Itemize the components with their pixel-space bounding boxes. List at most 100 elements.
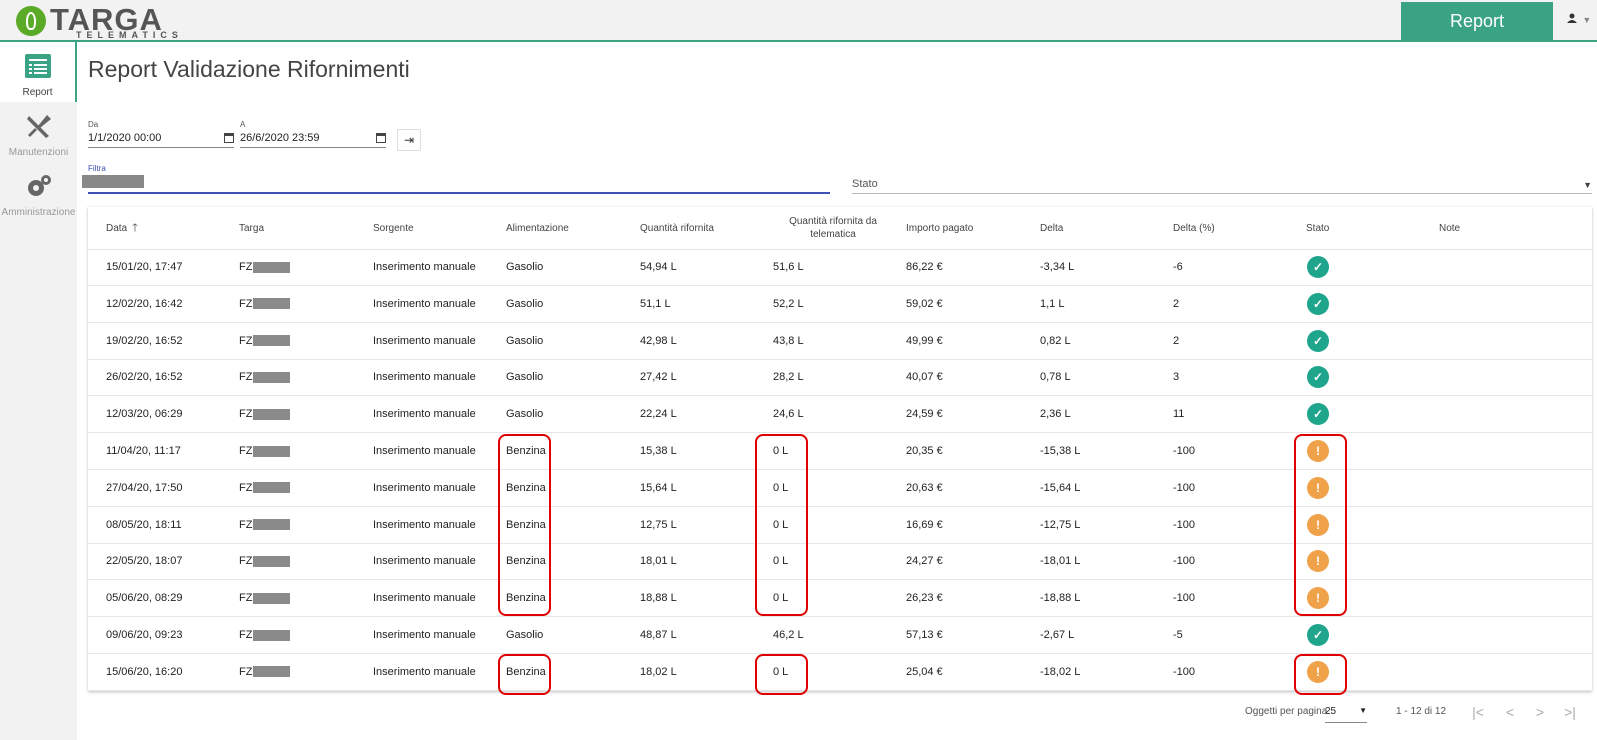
cell-delta-text: 0,82 L xyxy=(1040,334,1071,347)
cell-quantita-text: 12,75 L xyxy=(640,518,677,531)
table-row[interactable]: 22/05/20, 18:07 FZ Inserimento manuale Benz… xyxy=(88,543,1592,581)
top-bar: TARGA TELEMATICS Report ▼ xyxy=(0,0,1597,42)
cell-telematica: 46,2 L xyxy=(773,617,804,653)
cell-data-text: 22/05/20, 18:07 xyxy=(106,555,183,568)
cell-sorgente-text: Inserimento manuale xyxy=(373,629,476,641)
date-to-field[interactable]: A 26/6/2020 23:59 xyxy=(240,120,386,148)
cell-quantita: 15,38 L xyxy=(640,433,677,469)
cell-targa-text: FZ xyxy=(239,371,253,384)
table-row[interactable]: 15/06/20, 16:20 FZ Inserimento manuale Benz… xyxy=(88,654,1592,691)
cell-delta-text: 0,78 L xyxy=(1040,371,1071,384)
cell-delta-pct-text: 3 xyxy=(1173,371,1180,384)
cell-quantita-text: 42,98 L xyxy=(640,334,677,347)
header-delta-pct[interactable]: Delta (%) xyxy=(1173,207,1293,249)
date-from-field[interactable]: Da 1/1/2020 00:00 xyxy=(88,120,234,148)
arrow-up-icon: 🡑 xyxy=(132,221,138,234)
cell-delta-pct: -100 xyxy=(1173,507,1195,543)
table-row[interactable]: 08/05/20, 18:11 FZ Inserimento manuale Benz… xyxy=(88,507,1592,544)
header-quantita[interactable]: Quantità rifornita xyxy=(640,207,760,249)
header-stato[interactable]: Stato xyxy=(1306,207,1426,249)
cell-data: 05/06/20, 08:29 xyxy=(106,580,182,616)
highlight-box xyxy=(1294,654,1347,695)
header-targa[interactable]: Targa xyxy=(239,207,359,249)
cell-targa: FZ xyxy=(239,249,291,285)
sidebar-item-amministrazione[interactable]: Amministrazione xyxy=(0,162,77,222)
table-row[interactable]: 27/04/20, 17:50 FZ Inserimento manuale Benz… xyxy=(88,470,1592,507)
header-delta[interactable]: Delta xyxy=(1040,207,1160,249)
header-importo[interactable]: Importo pagato xyxy=(906,207,1026,249)
cell-delta-pct: -5 xyxy=(1173,617,1183,653)
targa-logo[interactable]: TARGA TELEMATICS xyxy=(16,2,186,40)
cell-quantita: 18,88 L xyxy=(640,580,677,616)
header-note[interactable]: Note xyxy=(1439,207,1559,249)
header-telematica[interactable]: Quantità rifornita da telematica xyxy=(773,207,893,249)
table-row[interactable]: 19/02/20, 16:52 FZ Inserimento manuale Gaso… xyxy=(88,323,1592,360)
report-button[interactable]: Report xyxy=(1401,2,1553,40)
cell-targa: FZ xyxy=(239,323,291,359)
cell-alimentazione-text: Gasolio xyxy=(506,371,544,384)
redacted-plate xyxy=(253,298,291,310)
cell-quantita-text: 54,94 L xyxy=(640,261,677,273)
cell-delta-text: -15,64 L xyxy=(1040,481,1081,494)
table-row[interactable]: 12/03/20, 06:29 FZ Inserimento manuale Gaso… xyxy=(88,396,1592,434)
cell-telematica: 28,2 L xyxy=(773,359,804,395)
first-page-icon[interactable]: |< xyxy=(1468,702,1488,722)
apply-date-button[interactable]: ⇥ xyxy=(397,129,421,151)
cell-telematica: 24,6 L xyxy=(773,396,804,432)
cell-delta-text: -15,38 L xyxy=(1040,445,1081,457)
date-from-label: Da xyxy=(88,120,99,129)
cell-targa: FZ xyxy=(239,433,291,469)
table-row[interactable]: 26/02/20, 16:52 FZ Inserimento manuale Gaso… xyxy=(88,359,1592,397)
user-menu[interactable]: ▼ xyxy=(1567,12,1597,30)
cell-delta-pct-text: -6 xyxy=(1173,261,1183,273)
filter-input[interactable]: Filtra xyxy=(82,164,830,194)
cell-importo-text: 20,35 € xyxy=(906,445,943,457)
last-page-icon[interactable]: >| xyxy=(1560,702,1580,722)
prev-page-icon[interactable]: < xyxy=(1500,702,1520,722)
cell-data: 19/02/20, 16:52 xyxy=(106,323,182,359)
cell-targa-text: FZ xyxy=(239,665,253,678)
cell-sorgente-text: Inserimento manuale xyxy=(373,408,476,421)
cell-telematica-text: 43,8 L xyxy=(773,334,804,347)
cell-telematica: 52,2 L xyxy=(773,286,804,322)
cell-importo: 24,27 € xyxy=(906,543,943,579)
stato-select[interactable]: Stato ▼ xyxy=(852,178,1592,194)
cell-delta-text: -18,02 L xyxy=(1040,665,1081,678)
cell-quantita: 42,98 L xyxy=(640,323,677,359)
cell-importo-text: 16,69 € xyxy=(906,518,943,531)
next-page-icon[interactable]: > xyxy=(1530,702,1550,722)
logo-mark-icon xyxy=(16,6,46,36)
per-page-select[interactable]: 25 ▼ xyxy=(1325,706,1367,723)
table-row[interactable]: 12/02/20, 16:42 FZ Inserimento manuale Gaso… xyxy=(88,286,1592,323)
table-row[interactable]: 15/01/20, 17:47 FZ Inserimento manuale Gaso… xyxy=(88,249,1592,286)
sign-in-icon: ⇥ xyxy=(403,133,415,147)
cell-delta: 2,36 L xyxy=(1040,396,1071,432)
cell-alimentazione: Gasolio xyxy=(506,323,543,359)
cell-delta-pct-text: 11 xyxy=(1173,408,1185,421)
user-icon xyxy=(1567,12,1580,26)
header-alimentazione[interactable]: Alimentazione xyxy=(506,207,626,249)
cell-data-text: 15/06/20, 16:20 xyxy=(106,665,183,678)
cell-delta: 0,82 L xyxy=(1040,323,1071,359)
cell-importo-text: 40,07 € xyxy=(906,371,943,384)
cell-delta-pct-text: 2 xyxy=(1173,334,1180,347)
sidebar-item-report[interactable]: Report xyxy=(0,42,77,102)
calendar-icon[interactable] xyxy=(224,133,234,143)
table-row[interactable]: 09/06/20, 09:23 FZ Inserimento manuale Gaso… xyxy=(88,617,1592,654)
cell-importo: 16,69 € xyxy=(906,507,943,543)
calendar-icon[interactable] xyxy=(376,133,386,143)
header-data[interactable]: Data 🡑 xyxy=(106,207,206,249)
cell-targa-text: FZ xyxy=(239,297,253,310)
cell-delta-text: -18,88 L xyxy=(1040,592,1081,605)
cell-data: 08/05/20, 18:11 xyxy=(106,507,182,543)
sidebar-item-manutenzioni[interactable]: Manutenzioni xyxy=(0,102,77,162)
header-sorgente[interactable]: Sorgente xyxy=(373,207,493,249)
filter-underline xyxy=(88,192,830,194)
table-row[interactable]: 05/06/20, 08:29 FZ Inserimento manuale Benz… xyxy=(88,580,1592,618)
cell-delta: -15,64 L xyxy=(1040,470,1080,506)
date-from-value: 1/1/2020 00:00 xyxy=(88,132,162,144)
cell-quantita: 18,01 L xyxy=(640,543,677,579)
cell-delta-text: -18,01 L xyxy=(1040,555,1081,568)
cell-delta-pct: -100 xyxy=(1173,654,1195,690)
table-row[interactable]: 11/04/20, 11:17 FZ Inserimento manuale Benz… xyxy=(88,433,1592,470)
